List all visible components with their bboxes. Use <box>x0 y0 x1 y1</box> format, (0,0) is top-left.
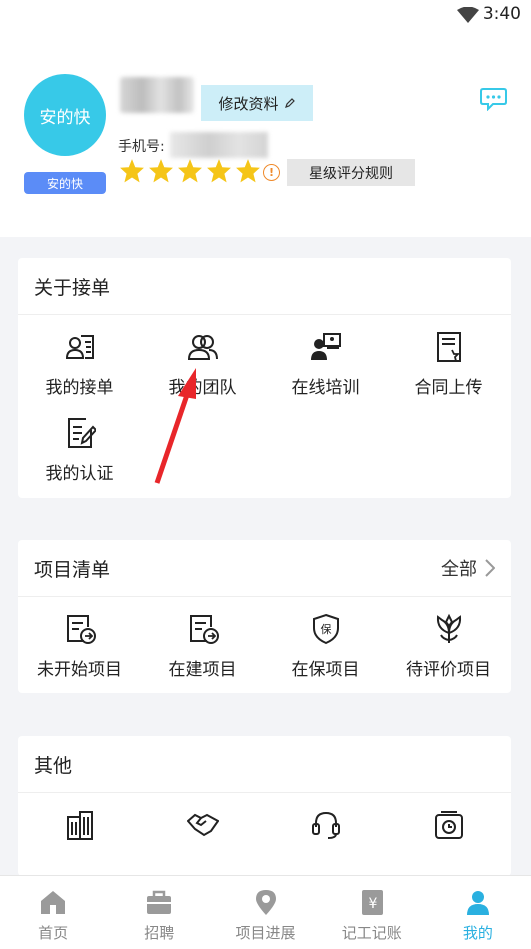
view-all-button[interactable]: 全部 <box>441 555 495 581</box>
tab-home[interactable]: 首页 <box>0 876 106 949</box>
star-icon <box>149 159 173 183</box>
orders-section: 关于接单 我的接单 我的团队 在线培训 合同上传 我的认证 <box>18 258 511 498</box>
tab-mine[interactable]: 我的 <box>425 876 531 949</box>
online-training-icon <box>310 333 341 360</box>
certification-icon <box>67 418 96 448</box>
status-time: 3:40 <box>482 4 521 24</box>
other-section: 其他 <box>18 736 511 876</box>
clock-box-icon <box>434 811 463 839</box>
svg-text:保: 保 <box>320 622 331 636</box>
in-progress-projects-button[interactable]: 在建项目 <box>141 597 264 683</box>
my-orders-button[interactable]: 我的接单 <box>18 315 141 401</box>
tab-label: 记工记账 <box>341 924 402 942</box>
company-button[interactable] <box>18 793 141 879</box>
building-icon <box>66 811 93 840</box>
tab-label: 招聘 <box>144 924 175 942</box>
flower-icon <box>436 613 461 643</box>
info-warning-icon[interactable]: ! <box>263 164 280 181</box>
briefcase-icon <box>147 890 172 914</box>
projects-section: 项目清单 全部 未开始项目 在建项目 保 在保项目 待评价项目 <box>18 540 511 693</box>
pencil-icon <box>284 98 295 108</box>
wifi-icon <box>457 7 479 23</box>
tab-recruit[interactable]: 招聘 <box>106 876 212 949</box>
item-label: 我的接单 <box>45 378 114 398</box>
item-label: 在线培训 <box>291 378 360 398</box>
warranty-projects-button[interactable]: 保 在保项目 <box>264 597 387 683</box>
avatar-tag: 安的快 <box>24 172 106 194</box>
team-icon <box>187 335 218 360</box>
tab-ledger[interactable]: ¥ 记工记账 <box>319 876 425 949</box>
rating-stars <box>119 158 261 184</box>
other-section-header: 其他 <box>18 736 511 793</box>
message-icon[interactable] <box>480 87 507 111</box>
phone-number-blurred <box>170 132 268 158</box>
contract-icon <box>436 332 461 362</box>
my-team-button[interactable]: 我的团队 <box>141 315 264 401</box>
item-label: 我的认证 <box>45 464 114 484</box>
handshake-icon <box>186 813 219 837</box>
online-training-button[interactable]: 在线培训 <box>264 315 387 401</box>
section-title: 关于接单 <box>34 276 111 299</box>
avatar[interactable]: 安的快 <box>24 74 106 156</box>
tab-label: 项目进展 <box>235 924 296 942</box>
in-progress-icon <box>189 615 219 644</box>
customer-service-button[interactable] <box>264 793 387 879</box>
bottom-tab-bar: 首页 招聘 项目进展 ¥ 记工记账 我的 <box>0 875 531 949</box>
section-title: 其他 <box>34 754 73 777</box>
item-label: 未开始项目 <box>37 660 122 680</box>
chevron-right-icon <box>485 559 495 577</box>
location-icon <box>255 890 276 915</box>
ledger-icon: ¥ <box>361 890 383 915</box>
edit-profile-button[interactable]: 修改资料 <box>201 85 313 121</box>
my-certification-button[interactable]: 我的认证 <box>18 401 141 487</box>
records-button[interactable] <box>387 793 510 879</box>
id-card-icon <box>65 335 94 359</box>
section-title: 项目清单 <box>34 558 111 581</box>
tab-label: 首页 <box>38 924 69 942</box>
orders-section-header: 关于接单 <box>18 258 511 315</box>
item-label: 待评价项目 <box>406 660 491 680</box>
profile-header: 安的快 安的快 修改资料 手机号: ! 星级评分规则 <box>0 32 531 237</box>
tab-label: 我的 <box>462 924 493 942</box>
not-started-icon <box>66 615 96 644</box>
star-icon <box>178 159 202 183</box>
cooperation-button[interactable] <box>141 793 264 879</box>
username-blurred <box>120 77 194 113</box>
item-label: 我的团队 <box>168 378 237 398</box>
headset-icon <box>311 811 340 839</box>
to-review-projects-button[interactable]: 待评价项目 <box>387 597 510 683</box>
star-icon <box>236 159 260 183</box>
tab-project-progress[interactable]: 项目进展 <box>212 876 318 949</box>
not-started-projects-button[interactable]: 未开始项目 <box>18 597 141 683</box>
item-label: 在建项目 <box>168 660 237 680</box>
star-icon <box>207 159 231 183</box>
user-icon <box>466 891 489 915</box>
view-all-label: 全部 <box>441 559 477 580</box>
status-bar: 3:40 <box>0 0 531 32</box>
warranty-shield-icon: 保 <box>312 613 339 645</box>
svg-text:¥: ¥ <box>368 896 377 912</box>
projects-section-header: 项目清单 全部 <box>18 540 511 597</box>
phone-label: 手机号: <box>118 139 165 155</box>
edit-profile-label: 修改资料 <box>218 94 279 113</box>
rating-rules-button[interactable]: 星级评分规则 <box>287 159 415 186</box>
star-icon <box>120 159 144 183</box>
contract-upload-button[interactable]: 合同上传 <box>387 315 510 401</box>
item-label: 合同上传 <box>414 378 483 398</box>
home-icon <box>41 891 66 914</box>
item-label: 在保项目 <box>291 660 360 680</box>
